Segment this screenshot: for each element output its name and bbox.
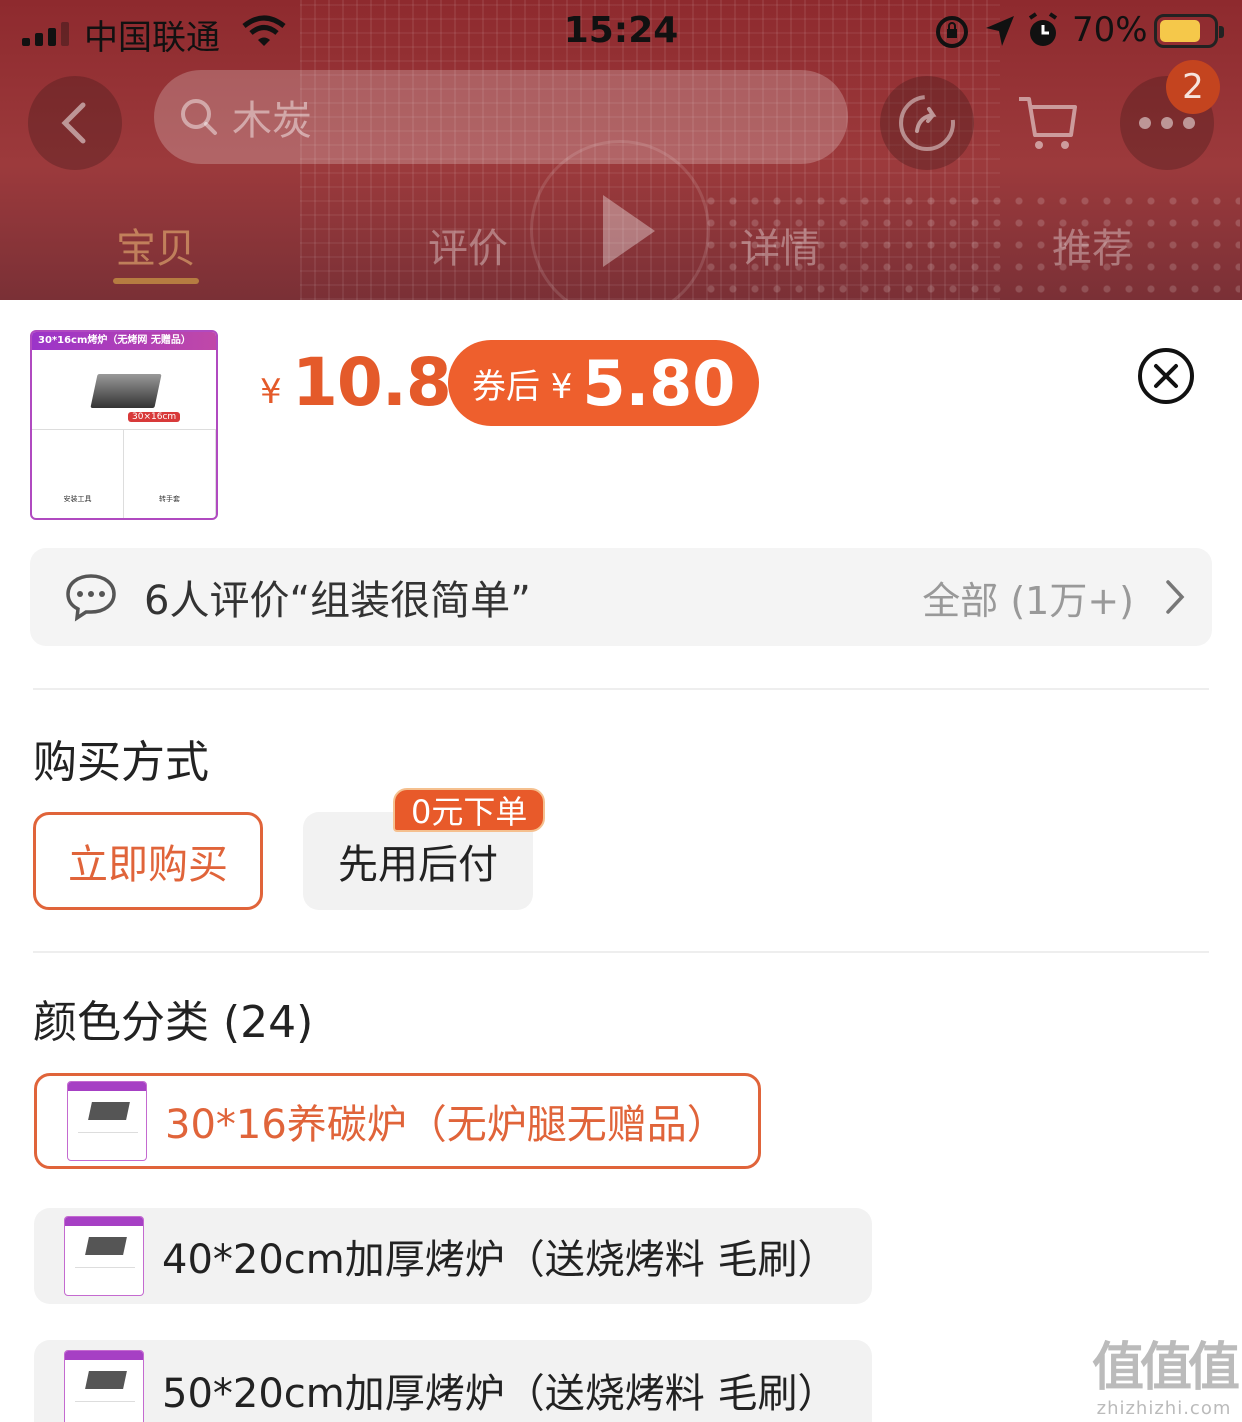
thumbnail-size-tag: 30×16cm	[128, 412, 181, 422]
search-icon	[181, 99, 217, 135]
chevron-right-icon	[1166, 580, 1185, 614]
divider	[33, 951, 1209, 953]
location-arrow-icon	[984, 14, 1016, 52]
share-button[interactable]	[880, 76, 974, 170]
variant-label: 50*20cm加厚烤炉（送烧烤料 毛刷）	[162, 1371, 838, 1417]
thumbnail-caption: 安装工具	[32, 430, 124, 518]
battery-percent: 70%	[1072, 10, 1148, 50]
all-reviews-count: 全部 (1万+)	[922, 578, 1134, 623]
color-category-title: 颜色分类 (24)	[33, 997, 314, 1048]
zero-yuan-order-tag: 0元下单	[393, 788, 546, 832]
variant-thumbnail	[64, 1350, 144, 1422]
site-watermark: 值值值 zhizhizhi.com	[1092, 1338, 1240, 1419]
coupon-label: 券后 ¥	[472, 366, 573, 407]
purchase-method-title: 购买方式	[33, 737, 209, 788]
cart-button[interactable]	[1000, 76, 1094, 170]
thumbnail-caption: 转手套	[124, 430, 216, 518]
review-highlight-text: 6人评价“组装很简单”	[144, 578, 531, 624]
price-currency: ¥	[260, 372, 282, 412]
watermark-logo: 值值值	[1092, 1338, 1240, 1398]
back-button[interactable]	[28, 76, 122, 170]
coupon-price-badge: 券后 ¥ 5.80	[448, 340, 760, 426]
tab-baobei[interactable]: 宝贝	[76, 216, 236, 274]
price: 10.8	[292, 344, 452, 421]
tab-reviews[interactable]: 评价	[388, 216, 548, 274]
close-button[interactable]	[1138, 348, 1194, 404]
battery-icon	[1154, 14, 1224, 48]
tab-recommend[interactable]: 推荐	[1012, 216, 1172, 274]
active-tab-indicator	[113, 278, 199, 284]
buy-now-option[interactable]: 立即购买	[33, 812, 263, 910]
close-icon	[1154, 364, 1178, 388]
rotation-lock-icon	[934, 14, 970, 54]
variant-label: 40*20cm加厚烤炉（送烧烤料 毛刷）	[162, 1237, 838, 1283]
variant-option[interactable]: 40*20cm加厚烤炉（送烧烤料 毛刷）	[34, 1208, 872, 1304]
share-icon	[899, 95, 955, 151]
variant-option[interactable]: 30*16养碳炉（无炉腿无赠品）	[34, 1073, 761, 1169]
chevron-left-icon	[61, 102, 86, 144]
variant-label: 30*16养碳炉（无炉腿无赠品）	[165, 1102, 727, 1148]
coupon-price: 5.80	[582, 346, 736, 420]
thumbnail-title: 30*16cm烤炉（无烤网 无赠品）	[32, 332, 216, 350]
tab-details[interactable]: 详情	[700, 216, 860, 274]
video-play-icon[interactable]	[530, 140, 710, 320]
more-dots-icon	[1139, 117, 1195, 129]
review-summary-bar[interactable]: 6人评价“组装很简单” 全部 (1万+)	[30, 548, 1212, 646]
status-bar: 中国联通 15:24 70%	[0, 0, 1242, 64]
search-input[interactable]: 木炭	[154, 70, 848, 164]
comment-icon	[66, 574, 116, 622]
sku-selection-sheet: 30*16cm烤炉（无烤网 无赠品） 30×16cm 安装工具 转手套 ¥ 10…	[0, 300, 1242, 1422]
watermark-url: zhizhizhi.com	[1096, 1398, 1232, 1419]
cart-icon	[1019, 97, 1077, 149]
alarm-icon	[1026, 12, 1060, 54]
variant-thumbnail	[67, 1081, 147, 1161]
product-thumbnail[interactable]: 30*16cm烤炉（无烤网 无赠品） 30×16cm 安装工具 转手套	[30, 330, 218, 520]
divider	[33, 688, 1209, 690]
grill-box-image	[90, 374, 162, 408]
more-badge: 2	[1166, 60, 1220, 114]
variant-thumbnail	[64, 1216, 144, 1296]
search-placeholder: 木炭	[232, 98, 312, 144]
variant-option[interactable]: 50*20cm加厚烤炉（送烧烤料 毛刷）	[34, 1340, 872, 1422]
